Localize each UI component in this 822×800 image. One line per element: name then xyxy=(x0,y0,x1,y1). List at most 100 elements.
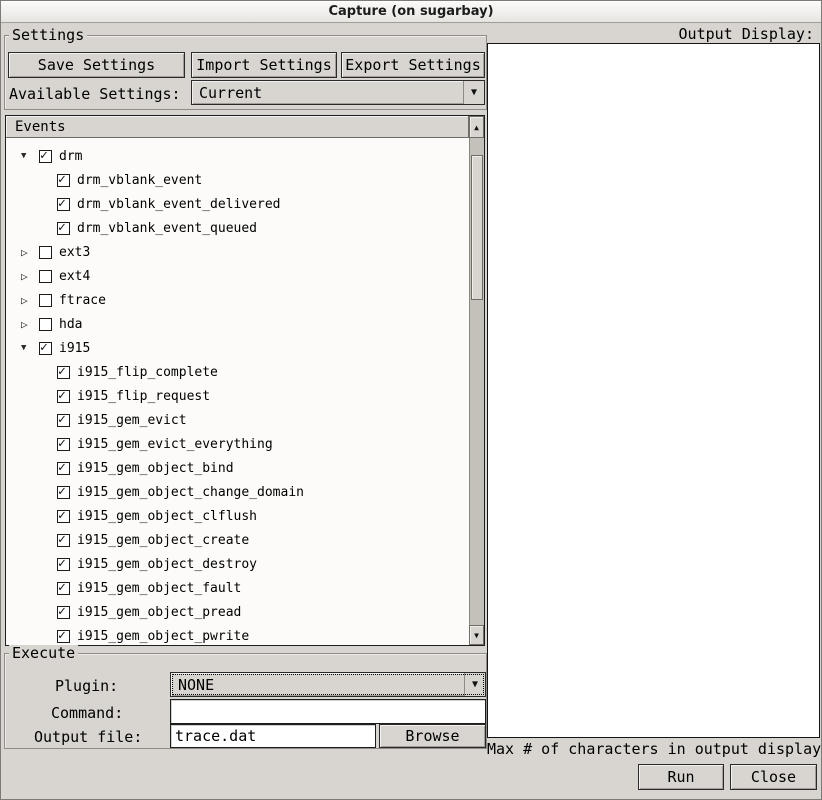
events-panel: Events ▼✓drm✓drm_vblank_event✓drm_vblank… xyxy=(5,115,485,646)
tree-row: ▼✓ i915 xyxy=(6,336,469,360)
event-label: i915_flip_request xyxy=(77,389,210,404)
event-checkbox[interactable]: ✓ xyxy=(57,414,70,427)
tree-row: ▼✓ drm xyxy=(6,144,469,168)
browse-button[interactable]: Browse xyxy=(379,724,486,748)
check-icon: ✓ xyxy=(58,557,66,570)
event-label: i915_gem_object_pread xyxy=(77,605,241,620)
tree-row: ▷ftrace xyxy=(6,288,469,312)
window-titlebar[interactable]: Capture (on sugarbay) xyxy=(1,1,821,23)
tree-row: ✓drm_vblank_event xyxy=(6,168,469,192)
output-file-label: Output file: xyxy=(34,728,142,746)
save-settings-button[interactable]: Save Settings xyxy=(8,52,185,78)
tree-row: ▷ ext3 xyxy=(6,240,469,264)
plugin-combo[interactable]: NONE ▼ xyxy=(170,672,486,697)
chevron-down-icon[interactable]: ▼ xyxy=(463,81,484,104)
run-button[interactable]: Run xyxy=(638,764,724,790)
available-settings-label: Available Settings: xyxy=(9,85,181,103)
event-label: drm_vblank_event_queued xyxy=(77,221,257,236)
tree-row: ✓ i915_flip_complete xyxy=(6,360,469,384)
event-checkbox[interactable]: ✓ xyxy=(39,150,52,163)
event-checkbox[interactable] xyxy=(39,246,52,259)
event-checkbox[interactable]: ✓ xyxy=(57,462,70,475)
expander-expanded-icon[interactable]: ▼ xyxy=(21,151,39,161)
expander-collapsed-icon[interactable]: ▷ xyxy=(21,270,39,283)
event-label: i915_gem_object_change_domain xyxy=(77,485,304,500)
capture-window: Capture (on sugarbay) Settings Save Sett… xyxy=(0,0,822,800)
settings-frame-label: Settings xyxy=(9,27,87,44)
expander-collapsed-icon[interactable]: ▷ xyxy=(21,294,39,307)
command-input[interactable] xyxy=(170,699,486,724)
event-checkbox[interactable]: ✓ xyxy=(57,630,70,643)
event-label: i915_flip_complete xyxy=(77,365,218,380)
event-checkbox[interactable]: ✓ xyxy=(57,198,70,211)
check-icon: ✓ xyxy=(58,461,66,474)
tree-row: ✓ i915_gem_evict_everything xyxy=(6,432,469,456)
event-checkbox[interactable]: ✓ xyxy=(57,222,70,235)
check-icon: ✓ xyxy=(58,437,66,450)
event-checkbox[interactable] xyxy=(39,318,52,331)
tree-row: ✓ i915_gem_object_destroy xyxy=(6,552,469,576)
event-checkbox[interactable] xyxy=(39,294,52,307)
event-label: drm_vblank_event_delivered xyxy=(77,197,281,212)
scrollbar-track[interactable] xyxy=(469,138,484,625)
tree-row: ✓i915_gem_object_pwrite xyxy=(6,624,469,645)
check-icon: ✓ xyxy=(58,509,66,522)
scrollbar-thumb[interactable] xyxy=(471,155,483,300)
event-label: i915_gem_object_clflush xyxy=(77,509,257,524)
available-settings-combo[interactable]: Current ▼ xyxy=(191,80,485,105)
event-checkbox[interactable]: ✓ xyxy=(57,486,70,499)
events-column-header[interactable]: Events xyxy=(6,116,469,138)
tree-row: ✓ i915_gem_object_fault xyxy=(6,576,469,600)
event-label: i915_gem_evict xyxy=(77,413,187,428)
plugin-value: NONE xyxy=(171,676,464,694)
tree-row: ✓ i915_gem_evict xyxy=(6,408,469,432)
check-icon: ✓ xyxy=(58,629,66,642)
event-checkbox[interactable]: ✓ xyxy=(57,606,70,619)
event-label: i915_gem_object_create xyxy=(77,533,249,548)
event-label: drm xyxy=(59,149,82,164)
event-label: i915_gem_object_bind xyxy=(77,461,234,476)
event-label: i915_gem_object_fault xyxy=(77,581,241,596)
event-checkbox[interactable]: ✓ xyxy=(57,582,70,595)
event-checkbox[interactable]: ✓ xyxy=(39,342,52,355)
execute-frame: Execute Plugin: NONE ▼ Command: Output f… xyxy=(4,653,487,749)
close-button[interactable]: Close xyxy=(730,764,817,790)
check-icon: ✓ xyxy=(58,485,66,498)
event-label: i915_gem_evict_everything xyxy=(77,437,273,452)
tree-row: ✓ i915_gem_object_pread xyxy=(6,600,469,624)
event-checkbox[interactable]: ✓ xyxy=(57,366,70,379)
execute-frame-label: Execute xyxy=(9,645,78,662)
event-checkbox[interactable] xyxy=(39,270,52,283)
chevron-down-icon[interactable]: ▼ xyxy=(464,673,485,696)
tree-row: ▷ hda xyxy=(6,312,469,336)
window-title: Capture (on sugarbay) xyxy=(328,4,493,19)
event-label: ext3 xyxy=(59,245,90,260)
scrollbar-up-icon[interactable]: ▲ xyxy=(469,116,484,138)
check-icon: ✓ xyxy=(58,173,66,186)
max-chars-label: Max # of characters in output display xyxy=(487,740,821,758)
output-display[interactable] xyxy=(487,43,820,738)
event-checkbox[interactable]: ✓ xyxy=(57,438,70,451)
check-icon: ✓ xyxy=(58,413,66,426)
command-label: Command: xyxy=(51,704,123,722)
check-icon: ✓ xyxy=(58,365,66,378)
available-settings-value: Current xyxy=(192,84,463,102)
expander-collapsed-icon[interactable]: ▷ xyxy=(21,246,39,259)
export-settings-button[interactable]: Export Settings xyxy=(341,52,485,78)
event-label: i915_gem_object_destroy xyxy=(77,557,257,572)
event-checkbox[interactable]: ✓ xyxy=(57,534,70,547)
event-label: hda xyxy=(59,317,82,332)
check-icon: ✓ xyxy=(58,221,66,234)
import-settings-button[interactable]: Import Settings xyxy=(191,52,337,78)
event-checkbox[interactable]: ✓ xyxy=(57,174,70,187)
expander-collapsed-icon[interactable]: ▷ xyxy=(21,318,39,331)
check-icon: ✓ xyxy=(58,605,66,618)
scrollbar-down-icon[interactable]: ▼ xyxy=(469,625,484,645)
output-file-input[interactable] xyxy=(170,724,376,748)
expander-expanded-icon[interactable]: ▼ xyxy=(21,343,39,353)
event-checkbox[interactable]: ✓ xyxy=(57,390,70,403)
event-checkbox[interactable]: ✓ xyxy=(57,510,70,523)
event-label: i915 xyxy=(59,341,90,356)
events-tree: ▼✓drm✓drm_vblank_event✓drm_vblank_event_… xyxy=(6,138,469,645)
event-checkbox[interactable]: ✓ xyxy=(57,558,70,571)
